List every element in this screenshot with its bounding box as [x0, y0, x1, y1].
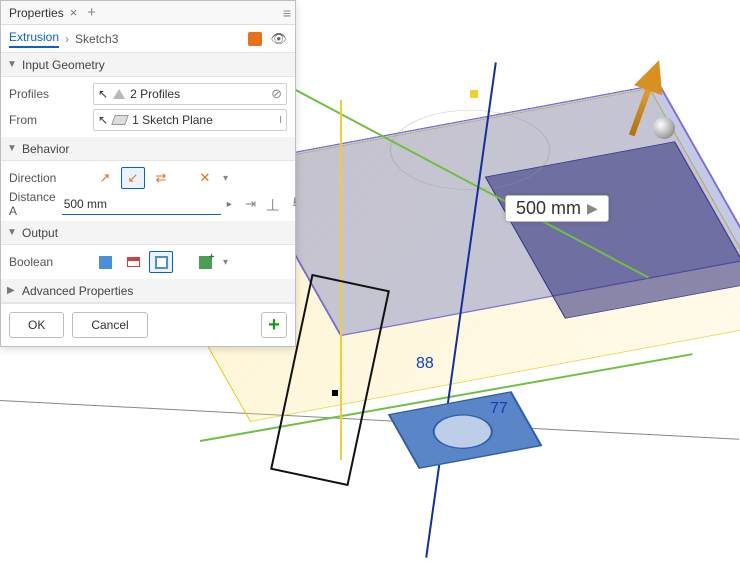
from-label: From — [9, 113, 87, 127]
row-boolean: Boolean ▾ — [1, 249, 295, 275]
from-dropdown-icon[interactable]: I — [279, 115, 282, 126]
manipulator-sphere[interactable] — [653, 117, 675, 139]
section-label: Advanced Properties — [22, 284, 133, 298]
chevron-down-icon[interactable]: ▾ — [223, 173, 228, 184]
section-label: Behavior — [22, 142, 69, 156]
distance-a-input[interactable] — [62, 193, 221, 215]
direction-symmetric-button[interactable]: ⇄ — [149, 167, 173, 189]
caret-down-icon: ▼ — [7, 143, 17, 154]
chevron-down-icon[interactable]: ▾ — [223, 257, 228, 268]
visibility-icon[interactable] — [270, 31, 287, 47]
cancel-button[interactable]: Cancel — [72, 312, 147, 338]
ok-button[interactable]: OK — [9, 312, 64, 338]
add-tab-icon[interactable]: + — [87, 4, 96, 21]
breadcrumb-extrusion[interactable]: Extrusion — [9, 30, 59, 48]
direction-asymmetric-button[interactable]: ✕ — [193, 167, 217, 189]
through-all-icon[interactable]: ⭳ — [286, 194, 304, 214]
direction-flip-button[interactable]: ↙ — [121, 167, 145, 189]
plane-icon — [111, 115, 129, 125]
properties-panel: Properties × + ≡ Extrusion › Sketch3 ▼ I… — [0, 0, 296, 347]
to-next-icon[interactable]: ⇥ — [242, 194, 260, 214]
boolean-join-button[interactable] — [93, 251, 117, 273]
clear-profiles-icon[interactable]: ⊘ — [271, 86, 282, 102]
section-output[interactable]: ▼ Output — [1, 221, 295, 245]
section-advanced[interactable]: ▶ Advanced Properties — [1, 279, 295, 303]
ground-line — [0, 400, 739, 440]
boolean-label: Boolean — [9, 255, 87, 269]
cursor-icon: ↖ — [98, 87, 108, 101]
section-label: Output — [22, 226, 58, 240]
distance-value: 500 mm — [516, 198, 581, 219]
boolean-new-solid-button[interactable] — [193, 251, 217, 273]
row-profiles: Profiles ↖ 2 Profiles ⊘ — [1, 81, 295, 107]
boolean-cut-button[interactable] — [121, 251, 145, 273]
distance-a-measure-icon[interactable]: ▸ — [227, 193, 232, 215]
caret-right-icon: ▶ — [7, 285, 17, 296]
chevron-right-icon: › — [65, 32, 69, 46]
row-direction: Direction ↗ ↙ ⇄ ✕ ▾ — [1, 165, 295, 191]
cursor-icon: ↖ — [98, 113, 108, 127]
sketch-point — [470, 90, 478, 98]
panel-titlebar: Properties × + ≡ — [1, 1, 295, 25]
section-input-geometry[interactable]: ▼ Input Geometry — [1, 53, 295, 77]
distance-a-label: Distance A — [9, 190, 56, 218]
section-label: Input Geometry — [22, 58, 105, 72]
origin-point — [332, 390, 338, 396]
dimension-77[interactable]: 77 — [490, 400, 508, 418]
profile-icon — [113, 89, 125, 99]
caret-down-icon: ▼ — [7, 59, 17, 70]
distance-play-icon[interactable]: ▶ — [587, 200, 598, 217]
panel-footer: OK Cancel + — [1, 303, 295, 346]
row-distance-a: Distance A ▸ ⇥ 丄 ⭳ — [1, 191, 295, 217]
direction-default-button[interactable]: ↗ — [93, 167, 117, 189]
boolean-intersect-button[interactable] — [149, 251, 173, 273]
row-from: From ↖ 1 Sketch Plane I — [1, 107, 295, 133]
feature-color-icon[interactable] — [248, 32, 262, 46]
caret-down-icon: ▼ — [7, 227, 17, 238]
profiles-picker[interactable]: ↖ 2 Profiles ⊘ — [93, 83, 287, 105]
close-icon[interactable]: × — [70, 5, 78, 20]
panel-menu-icon[interactable]: ≡ — [283, 5, 291, 21]
breadcrumb: Extrusion › Sketch3 — [1, 25, 295, 53]
profiles-label: Profiles — [9, 87, 87, 101]
distance-badge[interactable]: 500 mm ▶ — [505, 195, 609, 222]
to-face-icon[interactable]: 丄 — [264, 194, 282, 214]
add-feature-button[interactable]: + — [261, 312, 287, 338]
from-picker[interactable]: ↖ 1 Sketch Plane I — [93, 109, 287, 131]
dimension-88[interactable]: 88 — [416, 355, 434, 373]
breadcrumb-sketch[interactable]: Sketch3 — [75, 32, 118, 46]
section-behavior[interactable]: ▼ Behavior — [1, 137, 295, 161]
from-value: 1 Sketch Plane — [132, 113, 213, 127]
profiles-value: 2 Profiles — [130, 87, 180, 101]
panel-title: Properties — [9, 6, 64, 20]
direction-label: Direction — [9, 171, 87, 185]
